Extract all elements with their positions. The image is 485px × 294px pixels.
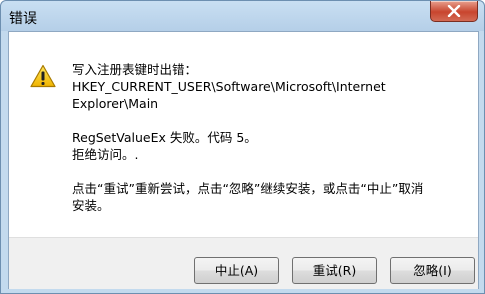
error-code-line: RegSetValueEx 失败。代码 5。 (72, 130, 257, 145)
ignore-button[interactable]: 忽略(I) (390, 257, 475, 284)
message-line: 写入注册表键时出错： (72, 62, 198, 77)
title-bar[interactable]: 错误 (1, 1, 484, 31)
error-message: 写入注册表键时出错： HKEY_CURRENT_USER\Software\Mi… (72, 61, 472, 214)
access-denied-line: 拒绝访问。. (72, 147, 139, 162)
close-button[interactable] (430, 1, 478, 22)
button-bar: 中止(A) 重试(R) 忽略(I) (9, 237, 478, 289)
dialog-client-area: 写入注册表键时出错： HKEY_CURRENT_USER\Software\Mi… (8, 31, 479, 289)
instruction-line: 点击“重试”重新尝试，点击“忽略”继续安装，或点击“中止”取消 (72, 181, 424, 196)
message-area: 写入注册表键时出错： HKEY_CURRENT_USER\Software\Mi… (9, 32, 478, 237)
retry-button[interactable]: 重试(R) (292, 257, 377, 284)
warning-icon (30, 64, 56, 88)
error-dialog-window: 错误 写入注册表键时出错： HKEY_CURRENT_USER\Software… (0, 0, 485, 294)
registry-key-line: HKEY_CURRENT_USER\Software\Microsoft\Int… (72, 79, 386, 94)
registry-key-line: Explorer\Main (72, 96, 159, 111)
window-title: 错误 (9, 11, 37, 27)
abort-button[interactable]: 中止(A) (194, 257, 279, 284)
close-icon (447, 5, 461, 17)
instruction-line: 安装。 (72, 198, 110, 213)
